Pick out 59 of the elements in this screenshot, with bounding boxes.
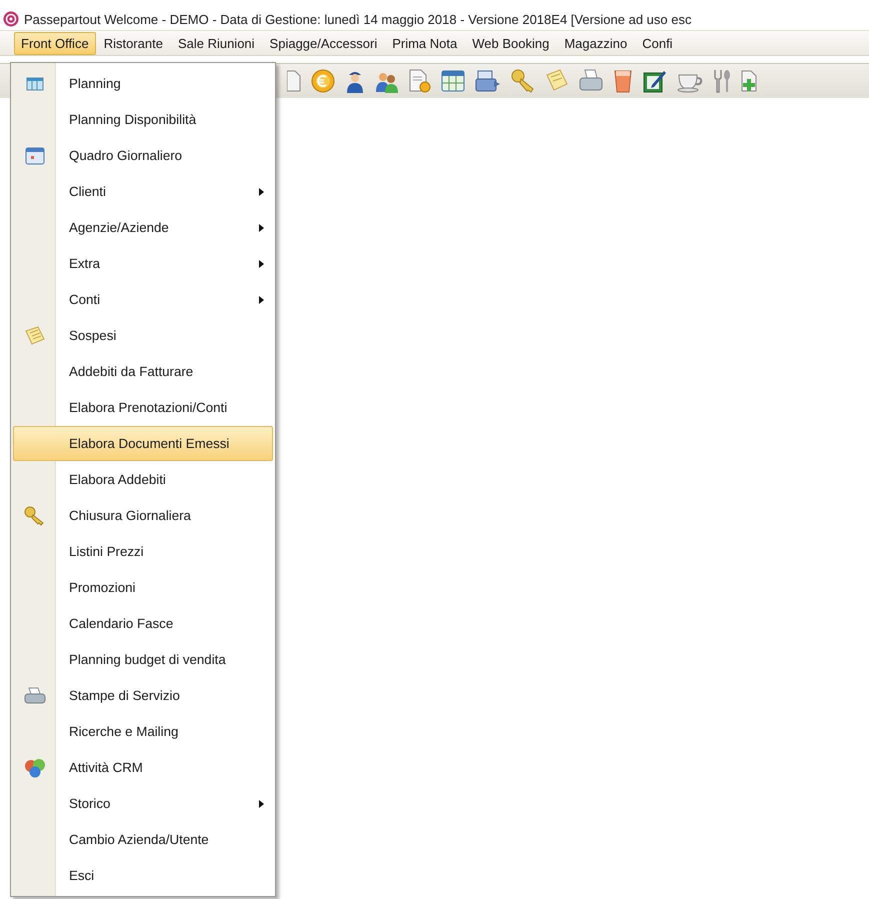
menu-item[interactable]: Calendario Fasce bbox=[13, 606, 273, 641]
menu-item[interactable]: Conti bbox=[13, 282, 273, 317]
menu-item[interactable]: Chiusura Giornaliera bbox=[13, 498, 273, 533]
menu-bar-item[interactable]: Spiagge/Accessori bbox=[262, 32, 384, 54]
menu-item[interactable]: Ricerche e Mailing bbox=[13, 714, 273, 749]
menu-bar-item[interactable]: Web Booking bbox=[465, 32, 556, 54]
document-coin-icon[interactable] bbox=[410, 70, 430, 92]
add-document-icon[interactable] bbox=[742, 70, 756, 92]
notebook-pen-icon[interactable] bbox=[644, 71, 666, 92]
cup-icon[interactable] bbox=[678, 74, 702, 92]
colored-balls-icon bbox=[25, 758, 45, 777]
calendar-icon bbox=[26, 147, 44, 164]
menu-item[interactable]: Promozioni bbox=[13, 570, 273, 605]
submenu-arrow-icon bbox=[258, 296, 264, 304]
menu-item[interactable]: Stampe di Servizio bbox=[13, 678, 273, 713]
submenu-arrow-icon bbox=[258, 224, 264, 232]
menu-item[interactable]: Planning Disponibilità bbox=[13, 102, 273, 137]
document-icon[interactable] bbox=[287, 70, 300, 92]
table-icon bbox=[26, 77, 44, 90]
menu-bar-item[interactable]: Magazzino bbox=[557, 32, 634, 54]
menu-item[interactable]: Addebiti da Fatturare bbox=[13, 354, 273, 389]
menu-bar-item[interactable]: Front Office bbox=[14, 32, 96, 54]
menu-item[interactable]: Sospesi bbox=[13, 318, 273, 353]
menu-item[interactable]: Planning budget di vendita bbox=[13, 642, 273, 677]
menu-bar-item[interactable]: Sale Riunioni bbox=[170, 32, 262, 54]
menu-item[interactable]: Elabora Addebiti bbox=[13, 462, 273, 497]
menu-item[interactable]: Agenzie/Aziende bbox=[13, 210, 273, 245]
menu-item[interactable]: Cambio Azienda/Utente bbox=[13, 822, 273, 857]
note-icon bbox=[25, 326, 45, 344]
person-icon[interactable] bbox=[347, 72, 363, 93]
printer-icon bbox=[24, 687, 46, 703]
app-logo-icon bbox=[4, 12, 18, 26]
printer-icon[interactable] bbox=[580, 70, 602, 90]
coin-icon[interactable] bbox=[312, 70, 334, 92]
window-title: Passepartout Welcome - DEMO - Data di Gestione: lunedì 14 maggio 2018 - Versione 2018E4 [Versione ad uso esc bbox=[24, 12, 692, 26]
menu-item[interactable]: Extra bbox=[13, 246, 273, 281]
key-icon bbox=[24, 506, 44, 526]
glass-icon[interactable] bbox=[614, 70, 632, 92]
menu-item[interactable]: Clienti bbox=[13, 174, 273, 209]
menu-item[interactable]: Listini Prezzi bbox=[13, 534, 273, 569]
menu-item[interactable]: Esci bbox=[13, 858, 273, 893]
menu-item[interactable]: Quadro Giornaliero bbox=[13, 138, 273, 173]
cutlery-icon[interactable] bbox=[714, 70, 730, 93]
key-icon[interactable] bbox=[512, 70, 534, 93]
menu-item[interactable]: Attività CRM bbox=[13, 750, 273, 785]
people-icon[interactable] bbox=[376, 73, 398, 93]
menu-item[interactable]: Planning bbox=[13, 66, 273, 101]
note-icon[interactable] bbox=[546, 69, 568, 91]
menu-bar-item[interactable]: Confi bbox=[635, 32, 680, 54]
submenu-arrow-icon bbox=[258, 188, 264, 196]
menu-bar-item[interactable]: Ristorante bbox=[96, 32, 170, 54]
menu-item[interactable]: Storico bbox=[13, 786, 273, 821]
cash-register-icon[interactable] bbox=[476, 70, 500, 92]
menu-item[interactable]: Elabora Prenotazioni/Conti bbox=[13, 390, 273, 425]
calendar-icon[interactable] bbox=[442, 70, 464, 92]
submenu-arrow-icon bbox=[258, 800, 264, 808]
menu-bar-item[interactable]: Prima Nota bbox=[385, 32, 464, 54]
submenu-arrow-icon bbox=[258, 260, 264, 268]
menu-item[interactable]: Elabora Documenti Emessi bbox=[13, 426, 273, 461]
